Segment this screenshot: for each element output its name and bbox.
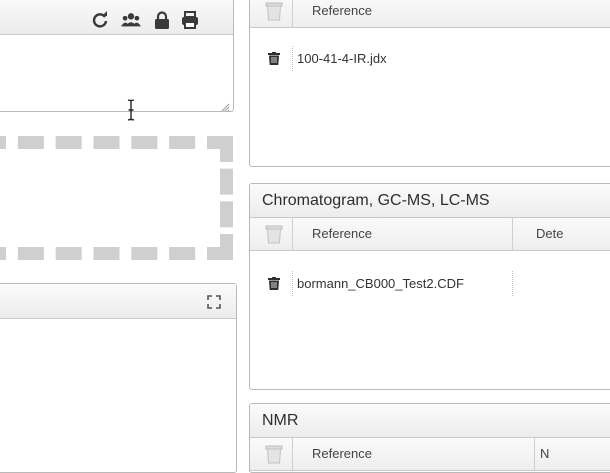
delete-all-icon[interactable] <box>265 2 283 21</box>
refresh-icon[interactable] <box>90 10 110 30</box>
col-second[interactable]: N <box>540 438 549 470</box>
resize-grip-icon[interactable] <box>221 99 230 112</box>
lock-icon[interactable] <box>152 10 172 30</box>
table-row[interactable]: 100-41-4-IR.jdx <box>250 42 610 75</box>
delete-row-icon[interactable] <box>268 277 280 290</box>
nmr-grid-header: Reference N <box>250 438 610 471</box>
delete-all-icon[interactable] <box>265 225 283 244</box>
editor-panel <box>0 0 234 121</box>
col-reference[interactable]: Reference <box>312 0 372 27</box>
nmr-panel: NMR Reference N <box>249 403 610 473</box>
col-details[interactable]: Dete <box>536 218 563 250</box>
col-reference[interactable]: Reference <box>312 218 372 250</box>
viewer-toolbar <box>0 284 236 319</box>
viewer-panel <box>0 283 237 473</box>
file-dropzone[interactable] <box>0 136 233 260</box>
col-reference[interactable]: Reference <box>312 438 372 470</box>
ir-grid-header: Reference <box>250 0 610 28</box>
users-icon[interactable] <box>121 10 141 30</box>
chromatogram-panel: Chromatogram, GC-MS, LC-MS Reference Det… <box>249 183 610 390</box>
ir-spectra-panel: Reference 100-41-4-IR.jdx <box>249 0 610 167</box>
editor-toolbar <box>0 0 233 35</box>
cell-reference: bormann_CB000_Test2.CDF <box>297 276 464 291</box>
panel-title: NMR <box>250 404 610 438</box>
delete-row-icon[interactable] <box>268 52 280 65</box>
delete-all-icon[interactable] <box>265 445 283 464</box>
table-row[interactable]: bormann_CB000_Test2.CDF <box>250 267 610 300</box>
text-cursor-icon <box>125 99 137 121</box>
fullscreen-icon[interactable] <box>206 294 222 310</box>
panel-title: Chromatogram, GC-MS, LC-MS <box>250 184 610 218</box>
cell-reference: 100-41-4-IR.jdx <box>297 51 387 66</box>
editor-text-area[interactable] <box>0 35 233 121</box>
chrom-grid-header: Reference Dete <box>250 218 610 251</box>
print-icon[interactable] <box>180 10 200 30</box>
